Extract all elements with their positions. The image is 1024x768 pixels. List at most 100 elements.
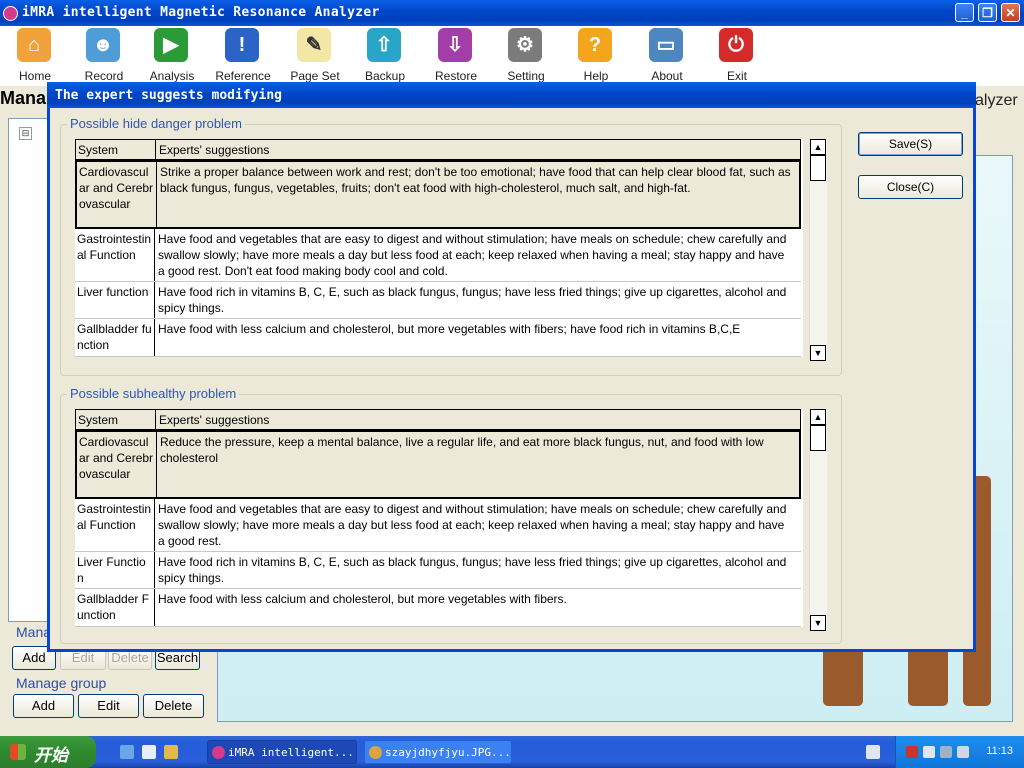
toolbar-reference-button[interactable]: ! Reference	[209, 26, 277, 86]
quicklaunch-desktop-icon[interactable]	[120, 745, 134, 759]
restore-icon: ⇩	[438, 28, 472, 62]
taskbar-task-imra[interactable]: iMRA intelligent...	[207, 740, 357, 764]
vertical-scrollbar[interactable]: ▲ ▼	[809, 409, 827, 631]
close-button[interactable]: Close(C)	[858, 175, 963, 199]
save-button[interactable]: Save(S)	[858, 132, 963, 156]
scroll-up-icon[interactable]: ▲	[810, 409, 826, 425]
scroll-thumb[interactable]	[810, 155, 826, 181]
tray-icon[interactable]	[940, 746, 952, 758]
info-icon: !	[225, 28, 259, 62]
column-header-suggestions: Experts' suggestions	[159, 143, 270, 157]
settings-icon: ⚙	[508, 28, 542, 62]
window-title-bar: iMRA intelligent Magnetic Resonance Anal…	[0, 0, 1024, 26]
suggestion-cell: Have food and vegetables that are easy t…	[158, 502, 787, 548]
table-row[interactable]: Cardiovascular and Cerebrovascular Strik…	[75, 160, 801, 229]
image-file-icon	[369, 746, 382, 759]
table-row[interactable]: Liver Function Have food rich in vitamin…	[75, 552, 801, 589]
taskbar: 开始 iMRA intelligent... szayjdhyfjyu.JPG.…	[0, 736, 1024, 768]
scroll-thumb[interactable]	[810, 425, 826, 451]
volume-icon[interactable]	[957, 746, 969, 758]
keyboard-icon[interactable]	[866, 745, 880, 759]
toolbar-backup-button[interactable]: ⇧ Backup	[351, 26, 419, 86]
system-cell: Cardiovascular and Cerebrovascular	[77, 162, 157, 227]
quicklaunch-media-icon[interactable]	[164, 745, 178, 759]
table-row[interactable]: Cardiovascular and Cerebrovascular Reduc…	[75, 430, 801, 499]
toolbar-record-button[interactable]: ☻ Record	[70, 26, 138, 86]
suggestion-cell: Have food with less calcium and choleste…	[158, 322, 741, 336]
add-group-button[interactable]: Add	[13, 694, 74, 718]
toolbar-home-button[interactable]: ⌂ Home	[1, 26, 69, 86]
toolbar-label: Backup	[364, 69, 406, 83]
edit-group-button[interactable]: Edit	[78, 694, 139, 718]
column-header-system: System	[76, 140, 156, 159]
table-row[interactable]: Gastrointestinal Function Have food and …	[75, 229, 801, 282]
exit-icon: ⏻	[719, 28, 753, 62]
play-icon: ▶	[154, 28, 188, 62]
toolbar-about-button[interactable]: ▭ About	[633, 26, 701, 86]
vertical-scrollbar[interactable]: ▲ ▼	[809, 139, 827, 361]
maximize-button[interactable]: ❐	[978, 3, 997, 22]
toolbar-analysis-button[interactable]: ▶ Analysis	[138, 26, 206, 86]
network-icon[interactable]	[906, 746, 918, 758]
start-button[interactable]: 开始	[0, 736, 96, 768]
system-cell: Gastrointestinal Function	[75, 229, 155, 281]
toolbar-label: Record	[84, 69, 124, 83]
table-row[interactable]: Gastrointestinal Function Have food and …	[75, 499, 801, 552]
home-icon: ⌂	[17, 28, 51, 62]
table-header-row: System Experts' suggestions	[75, 139, 801, 160]
system-cell: Gallbladder Function	[75, 589, 155, 626]
toolbar-setting-button[interactable]: ⚙ Setting	[492, 26, 560, 86]
system-cell: Liver Function	[75, 552, 155, 588]
start-label: 开始	[34, 746, 68, 765]
suggestion-cell: Have food with less calcium and choleste…	[158, 592, 567, 606]
subhealthy-table: System Experts' suggestions Cardiovascul…	[75, 409, 803, 627]
app-icon	[3, 6, 18, 21]
toolbar-label: Setting	[507, 69, 545, 83]
hide-danger-group: Possible hide danger problem System Expe…	[60, 116, 842, 376]
toolbar-restore-button[interactable]: ⇩ Restore	[422, 26, 490, 86]
table-row[interactable]: Gallbladder function Have food with less…	[75, 319, 801, 357]
analyzer-title-fragment: alyzer	[975, 92, 1018, 109]
manage-user-label: Mana	[16, 624, 52, 640]
toolbar-help-button[interactable]: ? Help	[562, 26, 630, 86]
toolbar-label: Analysis	[149, 69, 195, 83]
toolbar-page-set-button[interactable]: ✎ Page Set	[281, 26, 349, 86]
close-window-button[interactable]: ✕	[1001, 3, 1020, 22]
scroll-down-icon[interactable]: ▼	[810, 345, 826, 361]
minimize-button[interactable]: _	[955, 3, 974, 22]
settings-tray-icon[interactable]	[923, 746, 935, 758]
delete-group-button[interactable]: Delete	[143, 694, 204, 718]
table-header-row: System Experts' suggestions	[75, 409, 801, 430]
expert-suggestions-dialog: The expert suggests modifying Possible h…	[47, 82, 976, 652]
toolbar-label: Help	[583, 69, 609, 83]
windows-flag-icon	[10, 744, 26, 760]
manage-title: Mana	[0, 88, 47, 108]
dialog-title: The expert suggests modifying	[55, 88, 282, 103]
page-set-icon: ✎	[297, 28, 331, 62]
scroll-up-icon[interactable]: ▲	[810, 139, 826, 155]
toolbar-label: Exit	[726, 69, 747, 83]
system-cell: Gallbladder function	[75, 319, 155, 356]
toolbar-label: Page Set	[290, 69, 340, 83]
system-tray: 11:13	[895, 736, 1024, 768]
toolbar-label: Home	[18, 69, 51, 83]
tree-collapse-icon[interactable]: ⊟	[19, 127, 32, 140]
taskbar-task-image[interactable]: szayjdhyfjyu.JPG...	[364, 740, 512, 764]
window-title: iMRA intelligent Magnetic Resonance Anal…	[22, 5, 380, 20]
table-row[interactable]: Liver function Have food rich in vitamin…	[75, 282, 801, 319]
task-label: szayjdhyfjyu.JPG...	[385, 746, 511, 759]
quicklaunch-browser-icon[interactable]	[142, 745, 156, 759]
system-cell: Cardiovascular and Cerebrovascular	[77, 432, 157, 497]
hide-danger-label: Possible hide danger problem	[67, 116, 245, 131]
manage-group-label: Manage group	[16, 675, 107, 691]
toolbar-label: Reference	[215, 69, 271, 83]
table-row[interactable]: Gallbladder Function Have food with less…	[75, 589, 801, 627]
subhealthy-group: Possible subhealthy problem System Exper…	[60, 386, 842, 644]
clock: 11:13	[986, 745, 1013, 757]
dialog-title-bar: The expert suggests modifying	[47, 82, 976, 108]
suggestion-cell: Have food and vegetables that are easy t…	[158, 232, 787, 278]
scroll-down-icon[interactable]: ▼	[810, 615, 826, 631]
users-icon: ☻	[86, 28, 120, 62]
toolbar-exit-button[interactable]: ⏻ Exit	[703, 26, 771, 86]
column-header-system: System	[76, 410, 156, 429]
